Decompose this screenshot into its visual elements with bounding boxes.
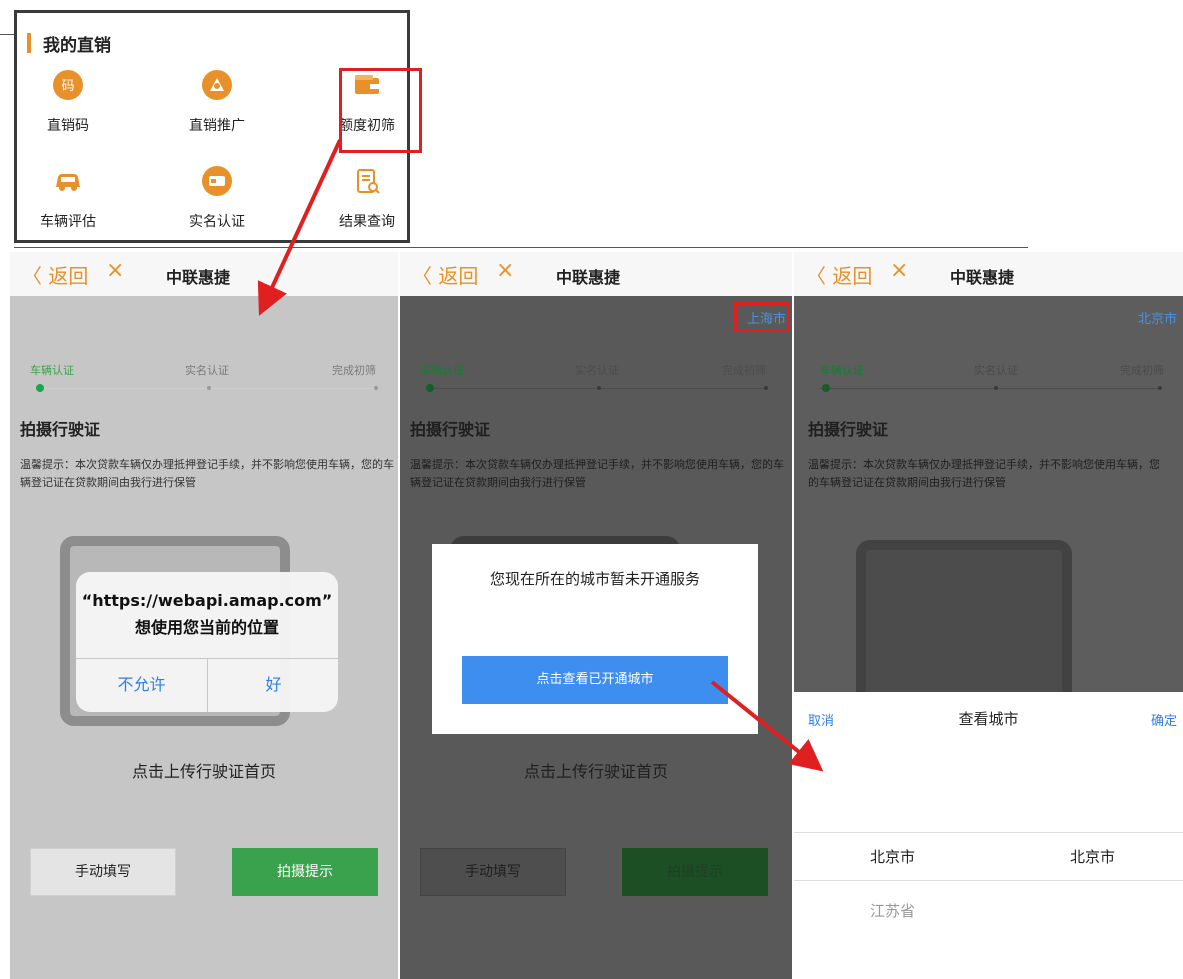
picker-title: 查看城市 — [958, 710, 1019, 728]
step-dot-active — [426, 384, 434, 392]
promotion-icon — [202, 70, 232, 100]
tip-text: 温馨提示：本次贷款车辆仅办理抵押登记手续，并不影响您使用车辆，您的车辆登记证在贷… — [808, 458, 1160, 489]
close-icon[interactable]: × — [890, 258, 908, 283]
highlight-box — [734, 302, 790, 332]
step-label: 车辆认证 — [30, 364, 74, 377]
step-dot — [764, 386, 768, 390]
confirm-button[interactable]: 确定 — [1151, 710, 1177, 729]
step-label: 车辆认证 — [820, 364, 864, 377]
menu-title: 我的直销 — [43, 36, 111, 56]
step-label: 车辆认证 — [420, 364, 464, 377]
progress-stepper: 车辆认证 实名认证 完成初筛 — [30, 362, 390, 402]
dialog-subtitle: 想使用您当前的位置 — [134, 618, 279, 637]
car-icon — [56, 174, 80, 191]
menu-item-direct-code[interactable]: 码 直销码 — [13, 69, 123, 139]
page-title: 中联惠捷 — [166, 268, 231, 287]
menu-item-label: 直销码 — [47, 118, 89, 134]
deny-button[interactable]: 不允许 — [76, 658, 207, 712]
province-option-selected[interactable]: 北京市 — [870, 846, 915, 867]
step-label: 完成初筛 — [1120, 364, 1164, 377]
title-accent-bar — [27, 33, 31, 53]
step-dot-active — [36, 384, 44, 392]
svg-text:码: 码 — [61, 79, 74, 94]
step-label: 实名认证 — [185, 364, 229, 377]
step-label: 完成初筛 — [722, 364, 766, 377]
navbar: 〈 返回 × 中联惠捷 — [10, 252, 398, 296]
page-content: 车辆认证 实名认证 完成初筛 拍摄行驶证 温馨提示：本次贷款车辆仅办理抵押登记手… — [10, 296, 398, 979]
navbar: 〈 返回 × 中联惠捷 — [400, 252, 792, 296]
step-dot — [207, 386, 211, 390]
qr-code-icon: 码 — [53, 70, 83, 100]
step-dot — [994, 386, 998, 390]
phone-screen-city-unavailable: 〈 返回 × 中联惠捷 上海市 车辆认证 实名认证 完成初筛 拍摄行驶证 温馨提… — [400, 252, 792, 979]
phone-screen-city-picker: 〈 返回 × 中联惠捷 北京市 车辆认证 实名认证 完成初筛 拍摄行驶证 温馨提… — [794, 252, 1183, 979]
menu-item-label: 车辆评估 — [40, 214, 96, 230]
location-permission-dialog: “https://webapi.amap.com” 想使用您当前的位置 不允许 … — [76, 572, 338, 712]
step-label: 完成初筛 — [332, 364, 376, 377]
highlight-box — [339, 68, 422, 153]
step-dot — [374, 386, 378, 390]
progress-stepper: 车辆认证 实名认证 完成初筛 — [420, 362, 780, 402]
menu-item-result-query[interactable]: 结果查询 — [312, 165, 422, 235]
upload-prompt[interactable]: 点击上传行驶证首页 — [400, 758, 792, 782]
menu-item-label: 实名认证 — [189, 214, 245, 230]
back-button[interactable]: 〈 返回 — [806, 260, 872, 289]
step-line — [426, 388, 766, 389]
page-title: 中联惠捷 — [950, 268, 1015, 287]
page-content: 北京市 车辆认证 实名认证 完成初筛 拍摄行驶证 温馨提示：本次贷款车辆仅办理抵… — [794, 296, 1183, 979]
menu-item-vehicle-assessment[interactable]: 车辆评估 — [13, 165, 123, 235]
progress-stepper: 车辆认证 实名认证 完成初筛 — [814, 362, 1174, 402]
phone-screen-location-permission: 〈 返回 × 中联惠捷 车辆认证 实名认证 完成初筛 拍摄行驶证 温馨提示：本次… — [10, 252, 398, 979]
navbar: 〈 返回 × 中联惠捷 — [794, 252, 1183, 296]
back-button[interactable]: 〈 返回 — [22, 260, 88, 289]
menu-item-direct-promotion[interactable]: 直销推广 — [162, 69, 272, 139]
step-line — [820, 388, 1160, 389]
section-title: 拍摄行驶证 — [20, 420, 101, 439]
manual-entry-button[interactable]: 手动填写 — [420, 848, 566, 896]
step-dot — [1158, 386, 1162, 390]
shooting-tips-button[interactable]: 拍摄提示 — [622, 848, 768, 896]
step-label: 实名认证 — [974, 364, 1018, 377]
service-unavailable-dialog: 您现在所在的城市暂未开通服务 点击查看已开通城市 — [432, 544, 758, 734]
step-dot — [597, 386, 601, 390]
menu-item-real-name-auth[interactable]: 实名认证 — [162, 165, 272, 235]
manual-entry-button[interactable]: 手动填写 — [30, 848, 176, 896]
page-title: 中联惠捷 — [556, 268, 621, 287]
tip-text: 温馨提示：本次贷款车辆仅办理抵押登记手续，并不影响您使用车辆，您的车辆登记证在贷… — [410, 458, 784, 489]
tip-text: 温馨提示：本次贷款车辆仅办理抵押登记手续，并不影响您使用车辆，您的车辆登记证在贷… — [20, 458, 394, 489]
picker-selection-line — [794, 880, 1183, 881]
id-card-icon — [202, 166, 232, 196]
shooting-tips-button[interactable]: 拍摄提示 — [232, 848, 378, 896]
step-dot-active — [822, 384, 830, 392]
close-icon[interactable]: × — [496, 258, 514, 283]
view-open-cities-button[interactable]: 点击查看已开通城市 — [462, 656, 728, 704]
step-label: 实名认证 — [575, 364, 619, 377]
divider — [0, 34, 14, 35]
current-city[interactable]: 北京市 — [1138, 308, 1177, 327]
section-title: 拍摄行驶证 — [410, 420, 491, 439]
city-option-selected[interactable]: 北京市 — [1070, 846, 1115, 867]
dialog-message: 您现在所在的城市暂未开通服务 — [489, 570, 700, 588]
picker-selection-line — [794, 832, 1183, 833]
upload-prompt[interactable]: 点击上传行驶证首页 — [10, 758, 398, 782]
page-content: 上海市 车辆认证 实名认证 完成初筛 拍摄行驶证 温馨提示：本次贷款车辆仅办理抵… — [400, 296, 792, 979]
city-picker-sheet: 取消 查看城市 确定 北京市 北京市 江苏省 — [794, 692, 1183, 979]
menu-item-label: 直销推广 — [189, 118, 245, 134]
province-option[interactable]: 江苏省 — [870, 900, 915, 921]
direct-sales-menu: 我的直销 码 直销码 直销推广 额度初筛 车辆评估 实名认证 结果查询 — [13, 10, 422, 243]
divider — [14, 247, 1028, 248]
step-line — [36, 388, 376, 389]
back-button[interactable]: 〈 返回 — [412, 260, 478, 289]
section-title: 拍摄行驶证 — [808, 420, 889, 439]
allow-button[interactable]: 好 — [208, 658, 338, 712]
clipboard-search-icon — [357, 169, 380, 194]
dialog-title: “https://webapi.amap.com” — [81, 591, 333, 610]
close-icon[interactable]: × — [106, 258, 124, 283]
menu-item-label: 结果查询 — [339, 214, 395, 230]
